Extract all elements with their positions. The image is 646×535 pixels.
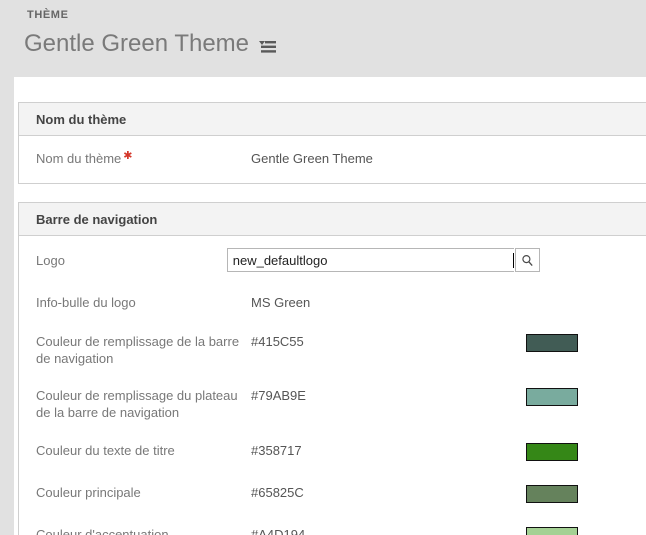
section-title: Barre de navigation: [36, 211, 158, 227]
section-body-navigation-bar: Logo new_defaultlogo Info-bulle du logo …: [19, 236, 646, 535]
logo-input[interactable]: [226, 248, 514, 272]
field-row-navbar-shelf-fill-color: Couleur de remplissage du plateau de la …: [19, 378, 646, 432]
text-cursor: [512, 252, 514, 268]
field-row-logo: Logo: [19, 236, 646, 288]
field-row-logo-tooltip: Info-bulle du logo MS Green: [19, 288, 646, 324]
field-label-navbar-shelf-fill-color: Couleur de remplissage du plateau de la …: [36, 388, 238, 420]
color-swatch: [526, 443, 578, 461]
logo-lookup-button[interactable]: [514, 248, 540, 272]
section-body-theme-name: Nom du thème ✱ Gentle Green Theme: [19, 136, 646, 183]
color-swatch: [526, 388, 578, 406]
field-label-accent-color: Couleur d'accentuation: [36, 527, 169, 535]
form-content-area: Nom du thème Nom du thème ✱ Gentle Green …: [0, 77, 646, 535]
swatch-cell-navbar-shelf-fill-color: [526, 387, 646, 406]
color-swatch: [526, 485, 578, 503]
field-label-text: Nom du thème: [36, 151, 122, 166]
swatch-cell-accent-color: [526, 526, 646, 535]
left-rail: [0, 77, 14, 535]
list-menu-icon[interactable]: [259, 39, 277, 55]
search-icon: [522, 254, 533, 266]
swatch-cell-main-color: [526, 484, 646, 503]
field-value-navbar-fill-color[interactable]: #415C55: [251, 333, 526, 350]
record-title-row: Gentle Green Theme: [24, 29, 277, 59]
field-value-logo-tooltip[interactable]: MS Green: [251, 294, 526, 311]
section-header-theme-name: Nom du thème: [19, 103, 646, 136]
swatch-cell-empty: [526, 294, 646, 295]
color-swatch: [526, 527, 578, 535]
page-title: Gentle Green Theme: [24, 30, 250, 57]
field-label-title-text-color: Couleur du texte de titre: [36, 443, 175, 458]
section-navigation-bar: Barre de navigation Logo new_defaultlogo…: [18, 202, 646, 535]
field-value-main-color[interactable]: #65825C: [251, 484, 526, 501]
field-value-title-text-color[interactable]: #358717: [251, 442, 526, 459]
field-value-navbar-shelf-fill-color[interactable]: #79AB9E: [251, 387, 526, 404]
field-label-main-color: Couleur principale: [36, 485, 141, 500]
field-label-logo: Logo: [36, 253, 65, 268]
field-label-logo-tooltip: Info-bulle du logo: [36, 295, 136, 310]
color-swatch: [526, 334, 578, 352]
entity-type-label: THÈME: [27, 9, 69, 21]
page-header: THÈME Gentle Green Theme: [0, 0, 646, 77]
field-label-theme-name: Nom du thème ✱: [19, 150, 251, 167]
section-theme-name: Nom du thème Nom du thème ✱ Gentle Green …: [18, 102, 646, 184]
field-row-main-color: Couleur principale #65825C: [19, 474, 646, 516]
section-title: Nom du thème: [36, 111, 127, 127]
field-row-title-text-color: Couleur du texte de titre #358717: [19, 432, 646, 474]
swatch-cell-empty: [540, 252, 646, 253]
swatch-cell-title-text-color: [526, 442, 646, 461]
field-label-navbar-fill-color: Couleur de remplissage de la barre de na…: [36, 334, 240, 366]
field-value-accent-color[interactable]: #A4D194: [251, 526, 526, 535]
required-indicator: ✱: [123, 150, 133, 162]
section-header-navigation-bar: Barre de navigation: [19, 203, 646, 236]
field-value-logo: [226, 248, 540, 276]
field-value-theme-name[interactable]: Gentle Green Theme: [251, 150, 646, 167]
logo-lookup: [226, 248, 540, 272]
field-row-theme-name: Nom du thème ✱ Gentle Green Theme: [19, 136, 646, 183]
field-row-navbar-fill-color: Couleur de remplissage de la barre de na…: [19, 324, 646, 378]
swatch-cell-navbar-fill-color: [526, 333, 646, 352]
field-row-accent-color: Couleur d'accentuation #A4D194: [19, 516, 646, 535]
